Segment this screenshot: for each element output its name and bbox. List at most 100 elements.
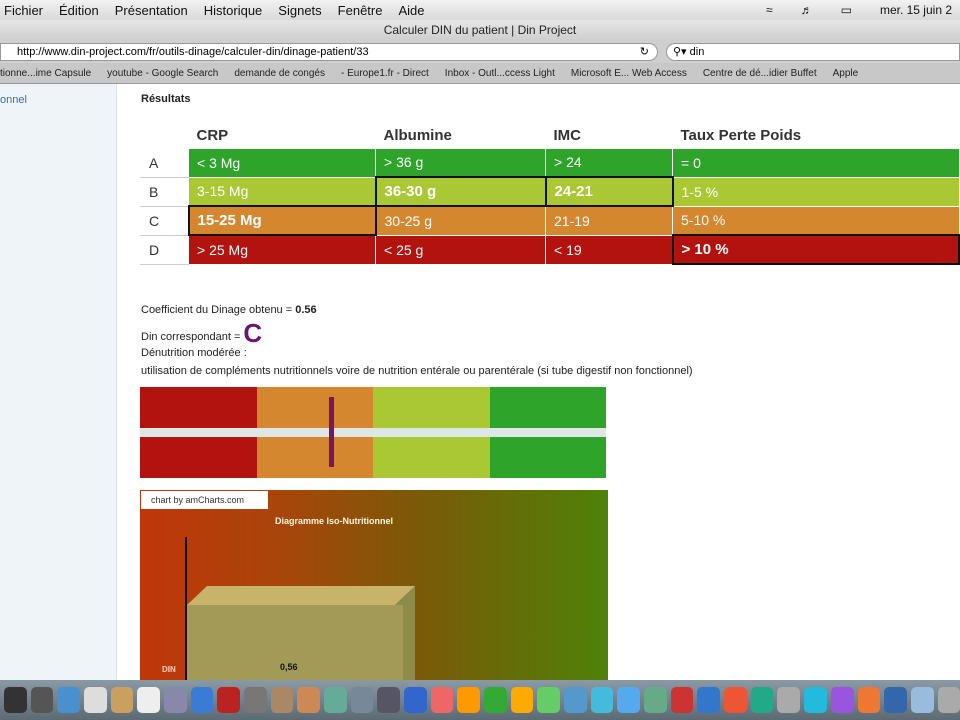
- chart-bar-top: [187, 586, 415, 605]
- chart-credit[interactable]: chart by amCharts.com: [141, 491, 268, 509]
- cell[interactable]: = 0: [672, 147, 960, 178]
- cell-selected[interactable]: 36-30 g: [374, 176, 547, 207]
- row-label: C: [140, 205, 189, 236]
- bookmark[interactable]: Inbox - Outl...ccess Light: [445, 68, 555, 79]
- dock-app-icon[interactable]: [590, 687, 614, 713]
- search-field[interactable]: ⚲▾ din: [666, 42, 960, 61]
- dock-app-icon[interactable]: [670, 687, 694, 713]
- dock-app-icon[interactable]: [830, 687, 854, 713]
- cell-selected[interactable]: 15-25 Mg: [187, 205, 377, 236]
- dock-app-icon[interactable]: [84, 687, 107, 713]
- menu-edition[interactable]: Édition: [59, 3, 99, 18]
- dock-app-icon[interactable]: [430, 687, 454, 713]
- dock-app-icon[interactable]: [697, 687, 721, 713]
- gauge-separator: [140, 428, 606, 437]
- cell[interactable]: < 3 Mg: [188, 147, 376, 178]
- dock-app-icon[interactable]: [4, 687, 27, 713]
- gauge-segment-d: [140, 437, 257, 478]
- cell[interactable]: 21-19: [545, 205, 673, 236]
- bookmark[interactable]: Apple: [833, 68, 859, 79]
- dock-app-icon[interactable]: [404, 687, 427, 713]
- gauge-segment-b: [373, 387, 490, 428]
- dock-app-icon[interactable]: [777, 687, 801, 713]
- menu-signets[interactable]: Signets: [278, 3, 321, 18]
- menu-aide[interactable]: Aide: [398, 3, 424, 18]
- dock-app-icon[interactable]: [644, 687, 667, 713]
- dock: [0, 680, 960, 720]
- dock-app-icon[interactable]: [617, 687, 641, 713]
- gauge-segment-b: [373, 437, 490, 478]
- header-albumine: Albumine: [383, 127, 452, 145]
- dock-app-icon[interactable]: [350, 687, 374, 713]
- cell[interactable]: 5-10 %: [672, 205, 960, 236]
- menu-fichier[interactable]: Fichier: [4, 3, 43, 18]
- results-title: Résultats: [141, 93, 191, 105]
- cell[interactable]: < 19: [545, 234, 673, 265]
- results-table: CRP Albumine IMC Taux Perte Poids A < 3 …: [140, 124, 960, 265]
- dock-app-icon[interactable]: [244, 687, 267, 713]
- sidebar-link[interactable]: onnel: [0, 94, 27, 106]
- bookmark[interactable]: Centre de dé...idier Buffet: [703, 68, 817, 79]
- dock-app-icon[interactable]: [537, 687, 561, 713]
- dock-app-icon[interactable]: [857, 687, 881, 713]
- table-row: A < 3 Mg > 36 g > 24 = 0: [140, 147, 960, 178]
- dock-app-icon[interactable]: [377, 687, 401, 713]
- bookmark[interactable]: youtube - Google Search: [107, 68, 218, 79]
- dock-app-icon[interactable]: [110, 687, 134, 713]
- bookmark[interactable]: tionne...ime Capsule: [0, 68, 91, 79]
- table-header: CRP Albumine IMC Taux Perte Poids: [141, 124, 960, 148]
- cell[interactable]: 3-15 Mg: [188, 176, 376, 207]
- cell[interactable]: > 36 g: [375, 147, 546, 178]
- bookmark[interactable]: Microsoft E... Web Access: [571, 68, 687, 79]
- menu-bar: Fichier Édition Présentation Historique …: [0, 0, 960, 20]
- table-row: B 3-15 Mg 36-30 g 24-21 1-5 %: [140, 176, 960, 207]
- gauge-segment-a: [489, 387, 606, 428]
- dock-app-icon[interactable]: [884, 687, 907, 713]
- dock-app-icon[interactable]: [750, 687, 774, 713]
- gauge-top: [140, 387, 606, 428]
- dock-app-icon[interactable]: [297, 687, 321, 713]
- cell-selected[interactable]: 24-21: [544, 176, 674, 207]
- menu-historique[interactable]: Historique: [204, 3, 263, 18]
- din-value: C: [243, 318, 263, 348]
- header-crp: CRP: [196, 127, 229, 145]
- dock-app-icon[interactable]: [910, 687, 934, 713]
- cell-selected[interactable]: > 10 %: [671, 234, 960, 265]
- dock-app-icon[interactable]: [270, 687, 294, 713]
- cell[interactable]: < 25 g: [375, 234, 546, 265]
- coef-label: Coefficient du Dinage obtenu =: [141, 304, 296, 316]
- cell[interactable]: 1-5 %: [672, 176, 960, 207]
- cell[interactable]: > 24: [545, 147, 673, 178]
- reload-icon[interactable]: ↻: [640, 44, 649, 60]
- bookmark[interactable]: - Europe1.fr - Direct: [341, 68, 429, 79]
- cell[interactable]: > 25 Mg: [188, 234, 376, 265]
- dock-app-icon[interactable]: [217, 687, 241, 713]
- header-imc: IMC: [553, 127, 582, 145]
- clock[interactable]: mer. 15 juin 2: [880, 3, 952, 17]
- volume-icon[interactable]: ♬: [801, 3, 813, 17]
- menu-presentation[interactable]: Présentation: [115, 3, 188, 18]
- dock-app-icon[interactable]: [510, 687, 534, 713]
- dock-app-icon[interactable]: [137, 687, 161, 713]
- dock-app-icon[interactable]: [804, 687, 827, 713]
- header-taux: Taux Perte Poids: [680, 127, 802, 145]
- url-field[interactable]: http://www.din-project.com/fr/outils-din…: [0, 42, 658, 61]
- cell[interactable]: 30-25 g: [375, 205, 546, 236]
- dock-app-icon[interactable]: [937, 687, 960, 713]
- dock-app-icon[interactable]: [484, 687, 507, 713]
- menu-fenetre[interactable]: Fenêtre: [338, 3, 383, 18]
- bookmark[interactable]: demande de congés: [234, 68, 325, 79]
- dock-app-icon[interactable]: [190, 687, 214, 713]
- battery-icon[interactable]: ▭: [841, 3, 852, 17]
- dock-app-icon[interactable]: [724, 687, 747, 713]
- dock-app-icon[interactable]: [164, 687, 187, 713]
- dock-app-icon[interactable]: [324, 687, 347, 713]
- dock-app-icon[interactable]: [30, 687, 54, 713]
- din-line: Din correspondant = C: [141, 318, 262, 349]
- wifi-icon[interactable]: ≈: [766, 3, 773, 17]
- dock-app-icon[interactable]: [457, 687, 481, 713]
- dock-app-icon[interactable]: [57, 687, 81, 713]
- search-value: din: [689, 45, 705, 58]
- table-row: C 15-25 Mg 30-25 g 21-19 5-10 %: [140, 205, 960, 236]
- dock-app-icon[interactable]: [564, 687, 587, 713]
